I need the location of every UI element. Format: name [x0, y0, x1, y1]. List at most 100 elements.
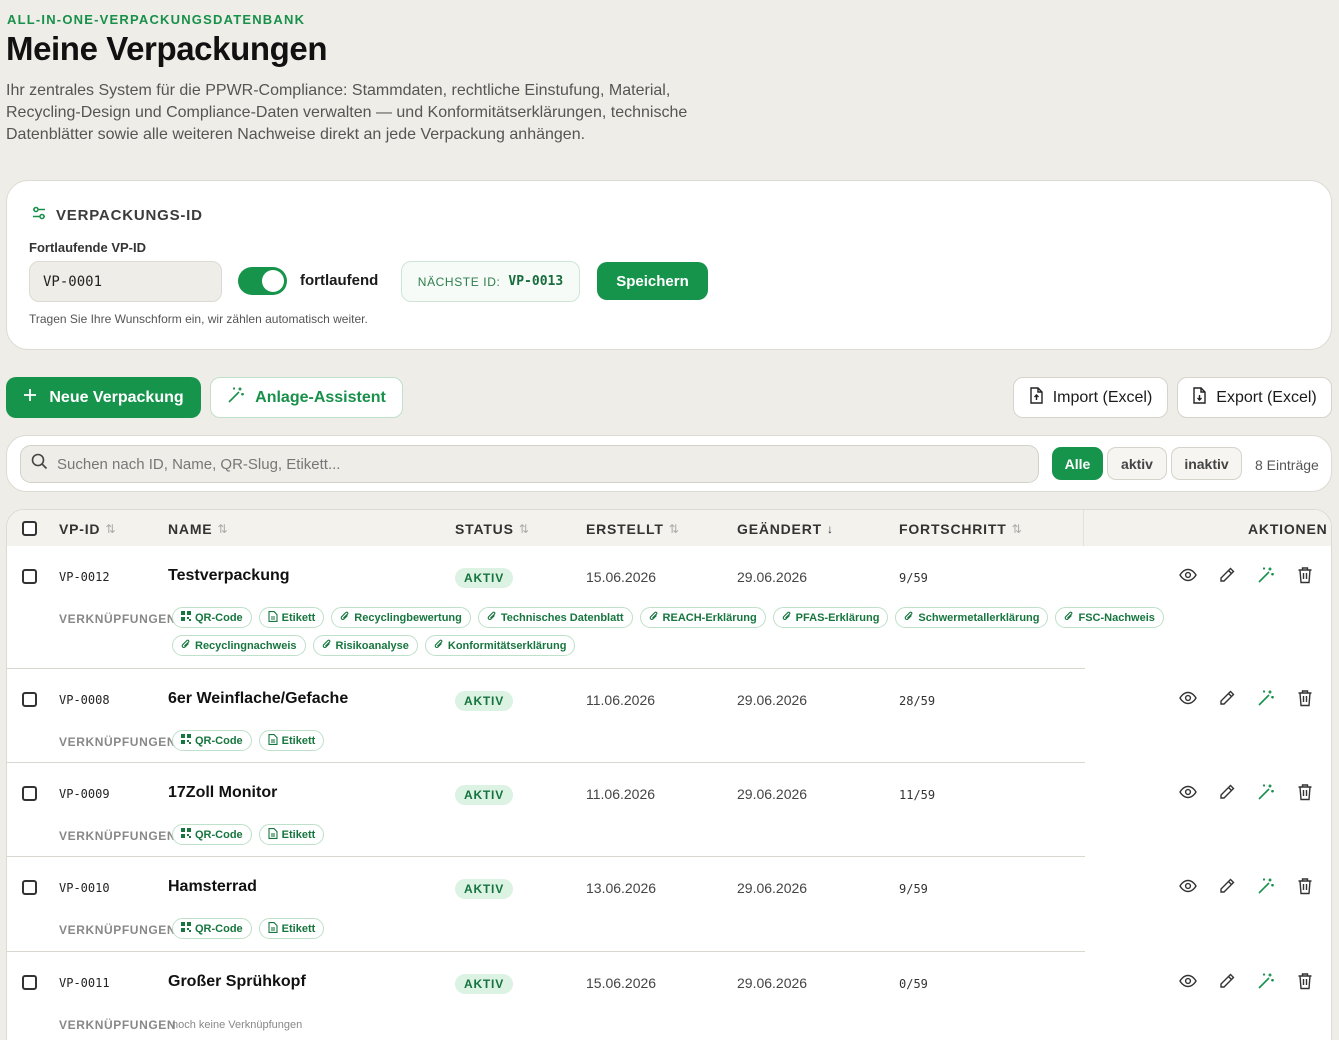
search-box[interactable] [20, 445, 1039, 483]
paperclip-icon [181, 639, 191, 653]
view-button[interactable] [1178, 973, 1198, 993]
link-chip[interactable]: Etikett [258, 730, 325, 751]
trash-button[interactable] [1295, 566, 1315, 587]
links-list: QR-Code Etikett [172, 824, 1232, 845]
link-chip-label: QR-Code [195, 922, 243, 935]
magic-wand-button[interactable] [1256, 567, 1276, 587]
link-chip[interactable]: PFAS-Erklärung [772, 607, 889, 628]
row-progress: 28/59 [899, 694, 936, 708]
link-chip[interactable]: Recyclingbewertung [331, 607, 471, 628]
paperclip-icon [782, 611, 792, 625]
id-format-input[interactable] [29, 261, 222, 302]
row-checkbox[interactable] [22, 880, 37, 895]
link-chip[interactable]: Technisches Datenblatt [477, 607, 633, 628]
save-button[interactable]: Speichern [597, 262, 708, 300]
link-chip[interactable]: Schwermetallerklärung [895, 607, 1049, 628]
edit-button[interactable] [1217, 878, 1237, 898]
magic-wand-icon [1257, 783, 1275, 806]
search-input[interactable] [57, 455, 1017, 473]
trash-button[interactable] [1295, 877, 1315, 898]
link-chip[interactable]: Etikett [258, 607, 325, 628]
magic-wand-button[interactable] [1256, 973, 1276, 993]
edit-button[interactable] [1217, 973, 1237, 993]
links-label: VERKNÜPFUNGEN [59, 923, 177, 937]
magic-wand-icon [1257, 689, 1275, 712]
view-icon [1179, 877, 1197, 900]
link-chip-label: PFAS-Erklärung [795, 611, 880, 624]
view-button[interactable] [1178, 784, 1198, 804]
sequential-toggle[interactable] [238, 267, 287, 295]
row-checkbox[interactable] [22, 692, 37, 707]
link-chip[interactable]: FSC-Nachweis [1055, 607, 1164, 628]
row-name[interactable]: Testverpackung [168, 567, 290, 585]
edit-button[interactable] [1217, 784, 1237, 804]
link-chip[interactable]: Etikett [258, 918, 325, 939]
link-chip[interactable]: QR-Code [172, 824, 252, 845]
import-excel-button[interactable]: Import (Excel) [1013, 377, 1168, 418]
links-label: VERKNÜPFUNGEN [59, 829, 177, 843]
id-help-text: Tragen Sie Ihre Wunschform ein, wir zähl… [29, 312, 368, 326]
view-button[interactable] [1178, 567, 1198, 587]
view-button[interactable] [1178, 690, 1198, 710]
col-status[interactable]: STATUS ⇅ [455, 521, 529, 537]
filter-all[interactable]: Alle [1052, 447, 1103, 480]
magic-wand-button[interactable] [1256, 784, 1276, 804]
paperclip-icon [487, 611, 497, 625]
row-name[interactable]: 17Zoll Monitor [168, 784, 277, 802]
links-list: QR-Code Etikett [172, 730, 1232, 751]
col-progress[interactable]: FORTSCHRITT ⇅ [899, 521, 1022, 537]
col-created-label: ERSTELLT [586, 521, 664, 537]
trash-button[interactable] [1295, 972, 1315, 993]
new-packaging-label: Neue Verpackung [49, 388, 184, 406]
link-chip-label: Konformitätserklärung [447, 639, 567, 652]
col-changed-label: GEÄNDERT [737, 521, 822, 537]
link-chip[interactable]: QR-Code [172, 730, 252, 751]
row-checkbox[interactable] [22, 569, 37, 584]
row-created: 13.06.2026 [586, 880, 657, 896]
document-icon [268, 921, 278, 936]
filter-inactive[interactable]: inaktiv [1171, 447, 1242, 480]
col-changed[interactable]: GEÄNDERT ↓ [737, 521, 833, 537]
col-status-label: STATUS [455, 521, 514, 537]
link-chip[interactable]: Recyclingnachweis [172, 635, 306, 656]
link-chip[interactable]: Konformitätserklärung [424, 635, 576, 656]
magic-wand-icon [227, 386, 245, 409]
export-excel-button[interactable]: Export (Excel) [1177, 377, 1332, 418]
link-chip[interactable]: REACH-Erklärung [639, 607, 766, 628]
sort-icon: ⇅ [1011, 522, 1022, 536]
filter-active[interactable]: aktiv [1107, 447, 1167, 480]
row-checkbox[interactable] [22, 786, 37, 801]
qr-code-icon [181, 734, 191, 747]
row-checkbox[interactable] [22, 975, 37, 990]
col-vpid[interactable]: VP-ID ⇅ [59, 521, 115, 537]
magic-wand-button[interactable] [1256, 878, 1276, 898]
link-chip[interactable]: QR-Code [172, 607, 252, 628]
table-row: VP-0012 Testverpackung AKTIV 15.06.2026 29.0… [7, 546, 1164, 669]
select-all-checkbox[interactable] [22, 521, 37, 536]
link-chip[interactable]: Risikoanalyse [312, 635, 418, 656]
link-chip[interactable]: Etikett [258, 824, 325, 845]
row-vpid: VP-0012 [59, 570, 110, 584]
status-badge: AKTIV [455, 785, 513, 805]
edit-button[interactable] [1217, 567, 1237, 587]
edit-button[interactable] [1217, 690, 1237, 710]
trash-button[interactable] [1295, 783, 1315, 804]
col-actions-label: AKTIONEN [1248, 521, 1328, 537]
col-created[interactable]: ERSTELLT ⇅ [586, 521, 679, 537]
paperclip-icon [322, 639, 332, 653]
row-name[interactable]: Großer Sprühkopf [168, 973, 306, 991]
row-changed: 29.06.2026 [737, 692, 808, 708]
id-field-label: Fortlaufende VP-ID [29, 240, 147, 255]
trash-button[interactable] [1295, 689, 1315, 710]
col-name[interactable]: NAME ⇅ [168, 521, 227, 537]
new-packaging-button[interactable]: Neue Verpackung [6, 377, 201, 418]
row-name[interactable]: 6er Weinflache/Gefache [168, 690, 348, 708]
magic-wand-icon [1257, 877, 1275, 900]
magic-wand-button[interactable] [1256, 690, 1276, 710]
view-button[interactable] [1178, 878, 1198, 898]
row-progress: 9/59 [899, 882, 928, 896]
table-row: VP-0010 Hamsterrad AKTIV 13.06.2026 29.06.20… [7, 857, 1085, 952]
wizard-button[interactable]: Anlage-Assistent [210, 377, 403, 418]
row-name[interactable]: Hamsterrad [168, 878, 257, 896]
link-chip[interactable]: QR-Code [172, 918, 252, 939]
